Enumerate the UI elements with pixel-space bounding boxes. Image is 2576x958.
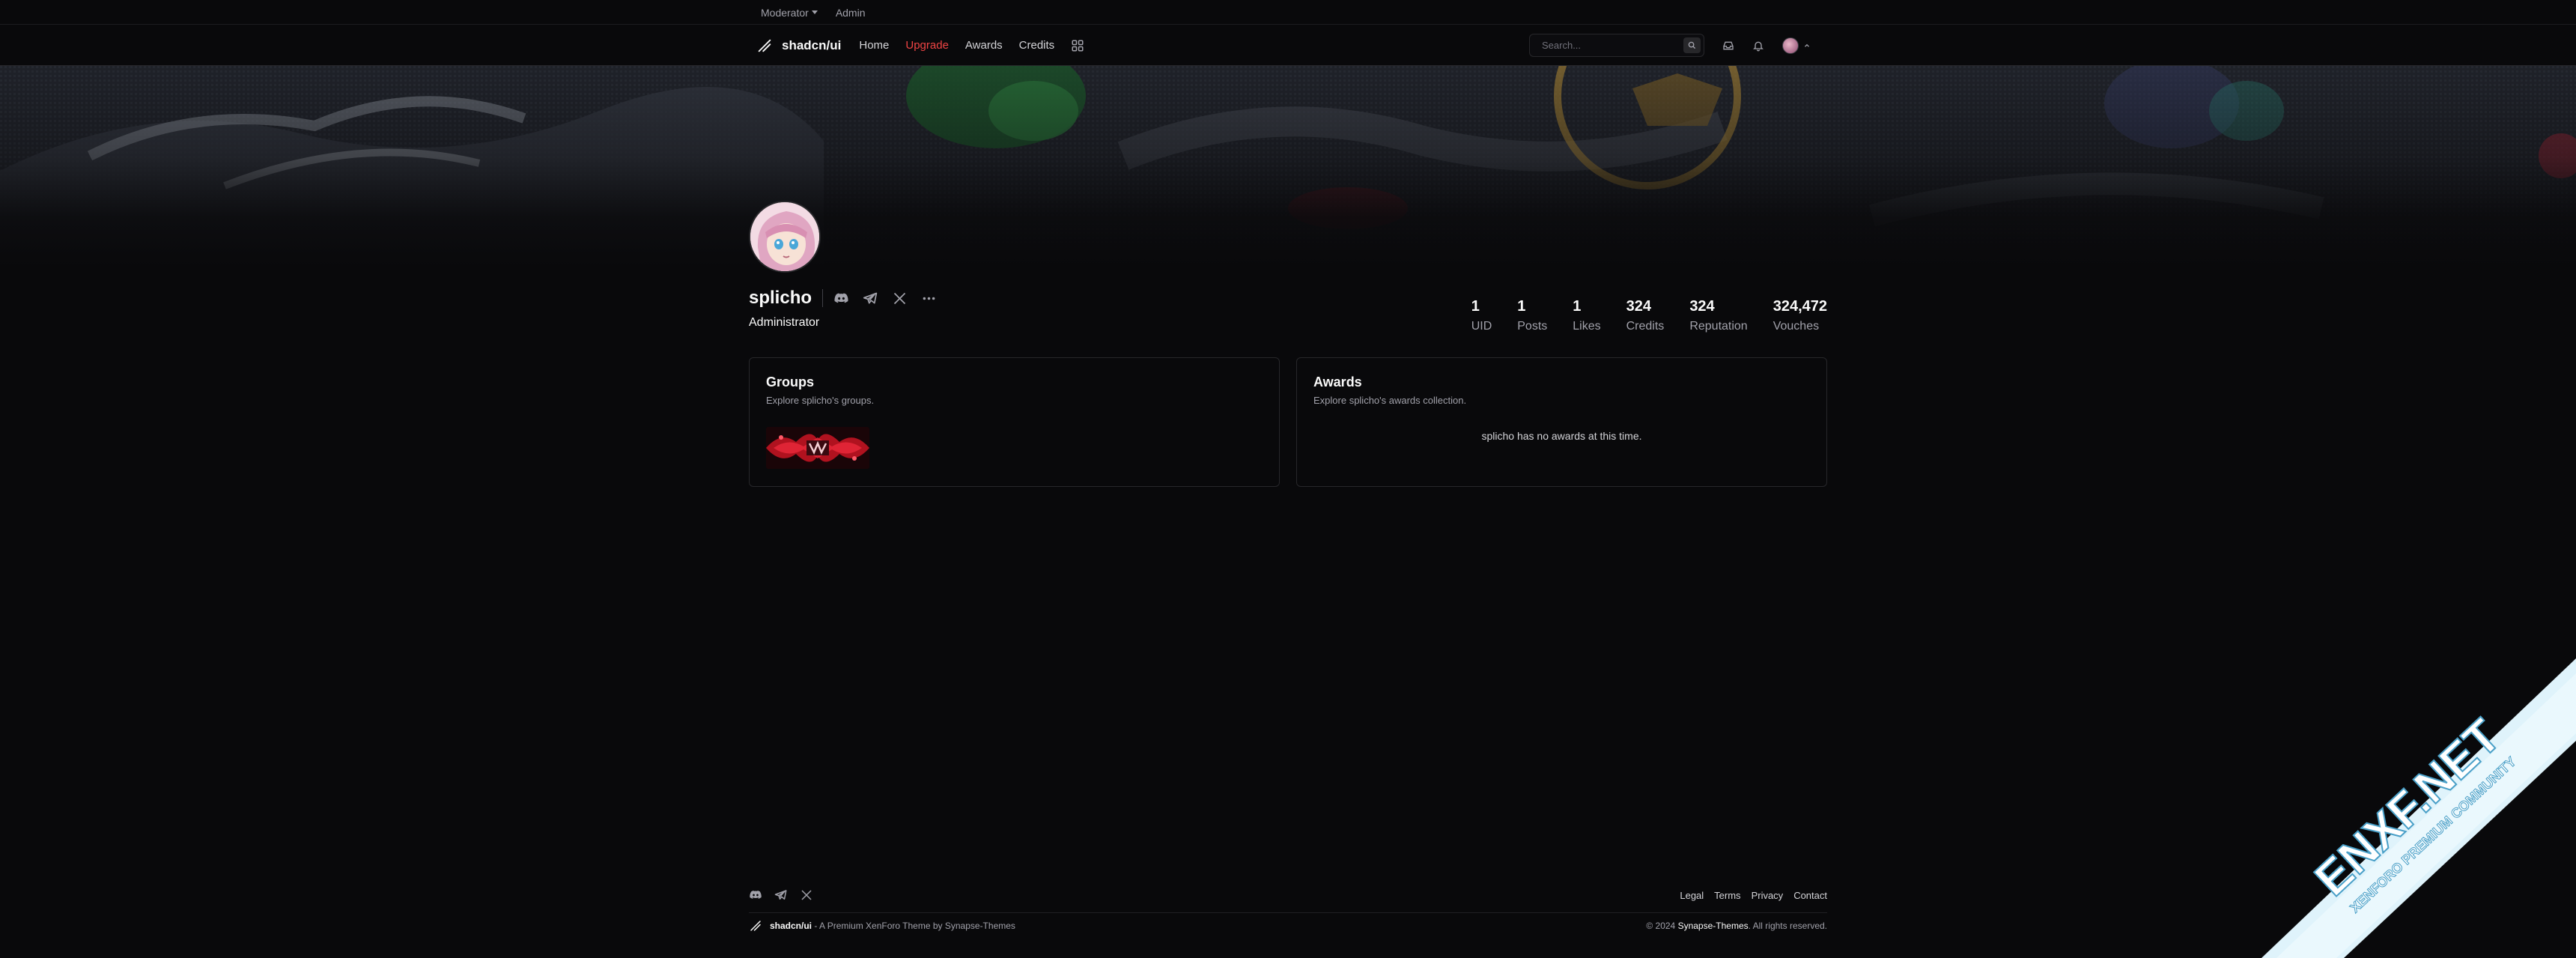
- more-icon[interactable]: [921, 291, 937, 306]
- footer-links: Legal Terms Privacy Contact: [1680, 890, 1827, 901]
- watermark-title: ENXF.NET: [2304, 709, 2510, 906]
- search-input[interactable]: [1540, 39, 1683, 52]
- discord-icon[interactable]: [749, 888, 762, 902]
- footer-socials: [749, 888, 813, 902]
- footer-top: Legal Terms Privacy Contact: [749, 882, 1827, 908]
- divider: [822, 289, 824, 307]
- stat-posts[interactable]: 1 Posts: [1517, 298, 1547, 333]
- stat-likes: 1 Likes: [1573, 298, 1600, 333]
- footer-brand-name[interactable]: shadcn/ui: [770, 921, 812, 931]
- brand[interactable]: shadcn/ui: [756, 37, 841, 54]
- name-row: splicho: [749, 288, 937, 309]
- copyright: © 2024 Synapse-Themes. All rights reserv…: [1646, 921, 1827, 931]
- watermark-subtitle: XENFORO PREMIUM COMMUNITY: [2347, 754, 2518, 916]
- stat-label: Reputation: [1689, 320, 1748, 333]
- stat-reputation: 324 Reputation: [1689, 298, 1747, 333]
- nav-right: [1529, 34, 1827, 57]
- profile-socials: [833, 291, 937, 306]
- search-box: [1529, 34, 1704, 57]
- admin-link[interactable]: Admin: [836, 7, 866, 19]
- stat-value: 324,472: [1772, 298, 1827, 315]
- stat-value: 1: [1573, 298, 1582, 315]
- x-icon[interactable]: [892, 291, 908, 306]
- brand-logo-icon: [750, 921, 761, 931]
- awards-empty-message: splicho has no awards at this time.: [1481, 430, 1642, 442]
- brand-logo-icon: [758, 39, 771, 52]
- username: splicho: [749, 288, 812, 308]
- telegram-icon[interactable]: [863, 291, 878, 306]
- copyright-prefix: © 2024: [1646, 921, 1678, 931]
- chevron-up-icon: [1805, 43, 1809, 47]
- footer-tagline: - A Premium XenForo Theme by Synapse-The…: [812, 921, 1015, 931]
- footer-link-contact[interactable]: Contact: [1793, 890, 1827, 901]
- copyright-suffix: . All rights reserved.: [1748, 921, 1827, 931]
- profile-identity: splicho Administrator: [749, 288, 937, 330]
- stat-credits: 324 Credits: [1626, 298, 1665, 333]
- user-role: Administrator: [749, 316, 820, 329]
- copyright-owner[interactable]: Synapse-Themes: [1678, 921, 1749, 931]
- inbox-icon[interactable]: [1722, 40, 1734, 52]
- profile-stats: 1 UID 1 Posts 1 Likes 324 Credits 324 Re…: [1471, 298, 1827, 333]
- watermark-ribbon: ENXF.NET XENFORO PREMIUM COMMUNITY: [2261, 658, 2576, 958]
- group-banner-image: [766, 427, 869, 469]
- footer-link-terms[interactable]: Terms: [1714, 890, 1740, 901]
- stat-value: 324: [1689, 298, 1715, 315]
- footer-link-legal[interactable]: Legal: [1680, 890, 1704, 901]
- telegram-icon[interactable]: [774, 888, 788, 902]
- bell-icon[interactable]: [1752, 40, 1764, 52]
- awards-subtitle: Explore splicho's awards collection.: [1313, 395, 1467, 406]
- discord-icon[interactable]: [833, 291, 849, 306]
- chevron-down-icon: [811, 10, 818, 14]
- user-menu[interactable]: [1782, 37, 1811, 54]
- awards-card: Awards Explore splicho's awards collecti…: [1296, 357, 1827, 487]
- nav-upgrade[interactable]: Upgrade: [905, 39, 949, 52]
- footer-bottom: shadcn/ui - A Premium XenForo Theme by S…: [749, 913, 1827, 939]
- stat-uid: 1 UID: [1471, 298, 1492, 333]
- profile-avatar[interactable]: [749, 201, 821, 273]
- search-icon: [1688, 41, 1696, 49]
- groups-title: Groups: [766, 375, 815, 389]
- nav-credits[interactable]: Credits: [1019, 39, 1055, 52]
- footer-link-privacy[interactable]: Privacy: [1752, 890, 1784, 901]
- search-button[interactable]: [1683, 37, 1701, 53]
- stat-label: Vouches: [1772, 320, 1820, 333]
- groups-card: Groups Explore splicho's groups.: [749, 357, 1280, 487]
- moderator-label: Moderator: [761, 6, 809, 19]
- x-icon[interactable]: [800, 888, 813, 902]
- stat-label: Likes: [1573, 320, 1601, 333]
- stat-value: 1: [1471, 298, 1480, 315]
- moderator-menu[interactable]: Moderator: [761, 7, 818, 19]
- stat-vouches: 324,472 Vouches: [1773, 298, 1827, 333]
- stat-label: Credits: [1626, 320, 1665, 333]
- profile-cards: Groups Explore splicho's groups. Awards …: [749, 357, 1827, 487]
- brand-name: shadcn/ui: [782, 37, 842, 52]
- footer-brand: shadcn/ui - A Premium XenForo Theme by S…: [749, 919, 1015, 933]
- groups-subtitle: Explore splicho's groups.: [766, 395, 875, 406]
- nav-awards[interactable]: Awards: [965, 39, 1003, 52]
- avatar: [1782, 37, 1799, 54]
- profile-section: splicho Administrator 1 UID 1 Posts 1 Li…: [749, 201, 1827, 487]
- avatar-image: [750, 202, 819, 271]
- nav-links: Home Upgrade Awards Credits: [859, 39, 1084, 52]
- stat-value: 1: [1517, 298, 1526, 315]
- awards-title: Awards: [1313, 375, 1362, 389]
- nav-home[interactable]: Home: [859, 39, 889, 52]
- footer: Legal Terms Privacy Contact shadcn/ui - …: [749, 882, 1827, 939]
- stat-value: 324: [1626, 298, 1651, 315]
- stat-label: UID: [1471, 320, 1492, 333]
- stat-label: Posts: [1517, 320, 1548, 333]
- group-banner[interactable]: [766, 427, 869, 469]
- admin-bar: Moderator Admin: [0, 0, 2576, 25]
- main-navbar: shadcn/ui Home Upgrade Awards Credits: [0, 25, 2576, 66]
- grid-icon[interactable]: [1071, 39, 1084, 52]
